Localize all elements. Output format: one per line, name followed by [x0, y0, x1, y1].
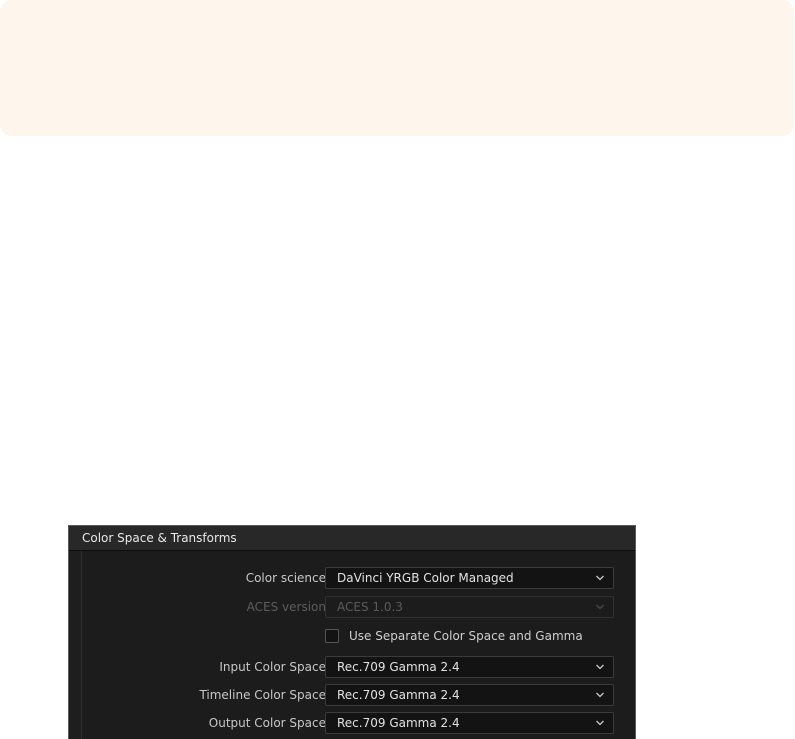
chevron-down-icon — [596, 604, 604, 610]
output-color-space-value: Rec.709 Gamma 2.4 — [337, 716, 460, 730]
separate-gamma-row: Use Separate Color Space and Gamma — [325, 628, 625, 646]
input-color-space-label: Input Color Space — [219, 660, 326, 674]
timeline-color-space-row: Timeline Color Space Rec.709 Gamma 2.4 — [82, 684, 638, 706]
color-space-panel: Color Space & Transforms Color science D… — [68, 525, 636, 739]
color-science-label: Color science — [245, 571, 326, 585]
aces-version-label: ACES version — [246, 600, 326, 614]
timeline-color-space-value: Rec.709 Gamma 2.4 — [337, 688, 460, 702]
timeline-color-space-dropdown[interactable]: Rec.709 Gamma 2.4 — [325, 684, 614, 706]
chevron-down-icon — [596, 575, 604, 581]
output-color-space-label: Output Color Space — [208, 716, 326, 730]
input-color-space-dropdown[interactable]: Rec.709 Gamma 2.4 — [325, 656, 614, 678]
color-science-row: Color science DaVinci YRGB Color Managed — [82, 567, 638, 589]
panel-body: Color science DaVinci YRGB Color Managed… — [81, 551, 635, 739]
chevron-down-icon — [596, 664, 604, 670]
page: Color Space & Transforms Color science D… — [0, 0, 795, 739]
aces-version-row: ACES version ACES 1.0.3 — [82, 596, 638, 618]
timeline-color-space-label: Timeline Color Space — [199, 688, 326, 702]
separate-gamma-checkbox[interactable] — [325, 629, 339, 643]
output-color-space-row: Output Color Space Rec.709 Gamma 2.4 — [82, 712, 638, 734]
aces-version-dropdown: ACES 1.0.3 — [325, 596, 614, 618]
chevron-down-icon — [596, 692, 604, 698]
color-science-dropdown[interactable]: DaVinci YRGB Color Managed — [325, 567, 614, 589]
aces-version-value: ACES 1.0.3 — [337, 600, 403, 614]
output-color-space-dropdown[interactable]: Rec.709 Gamma 2.4 — [325, 712, 614, 734]
input-color-space-value: Rec.709 Gamma 2.4 — [337, 660, 460, 674]
panel-title: Color Space & Transforms — [69, 526, 635, 551]
input-color-space-row: Input Color Space Rec.709 Gamma 2.4 — [82, 656, 638, 678]
color-science-value: DaVinci YRGB Color Managed — [337, 571, 514, 585]
note-box — [0, 0, 794, 136]
separate-gamma-label: Use Separate Color Space and Gamma — [349, 629, 583, 643]
chevron-down-icon — [596, 720, 604, 726]
